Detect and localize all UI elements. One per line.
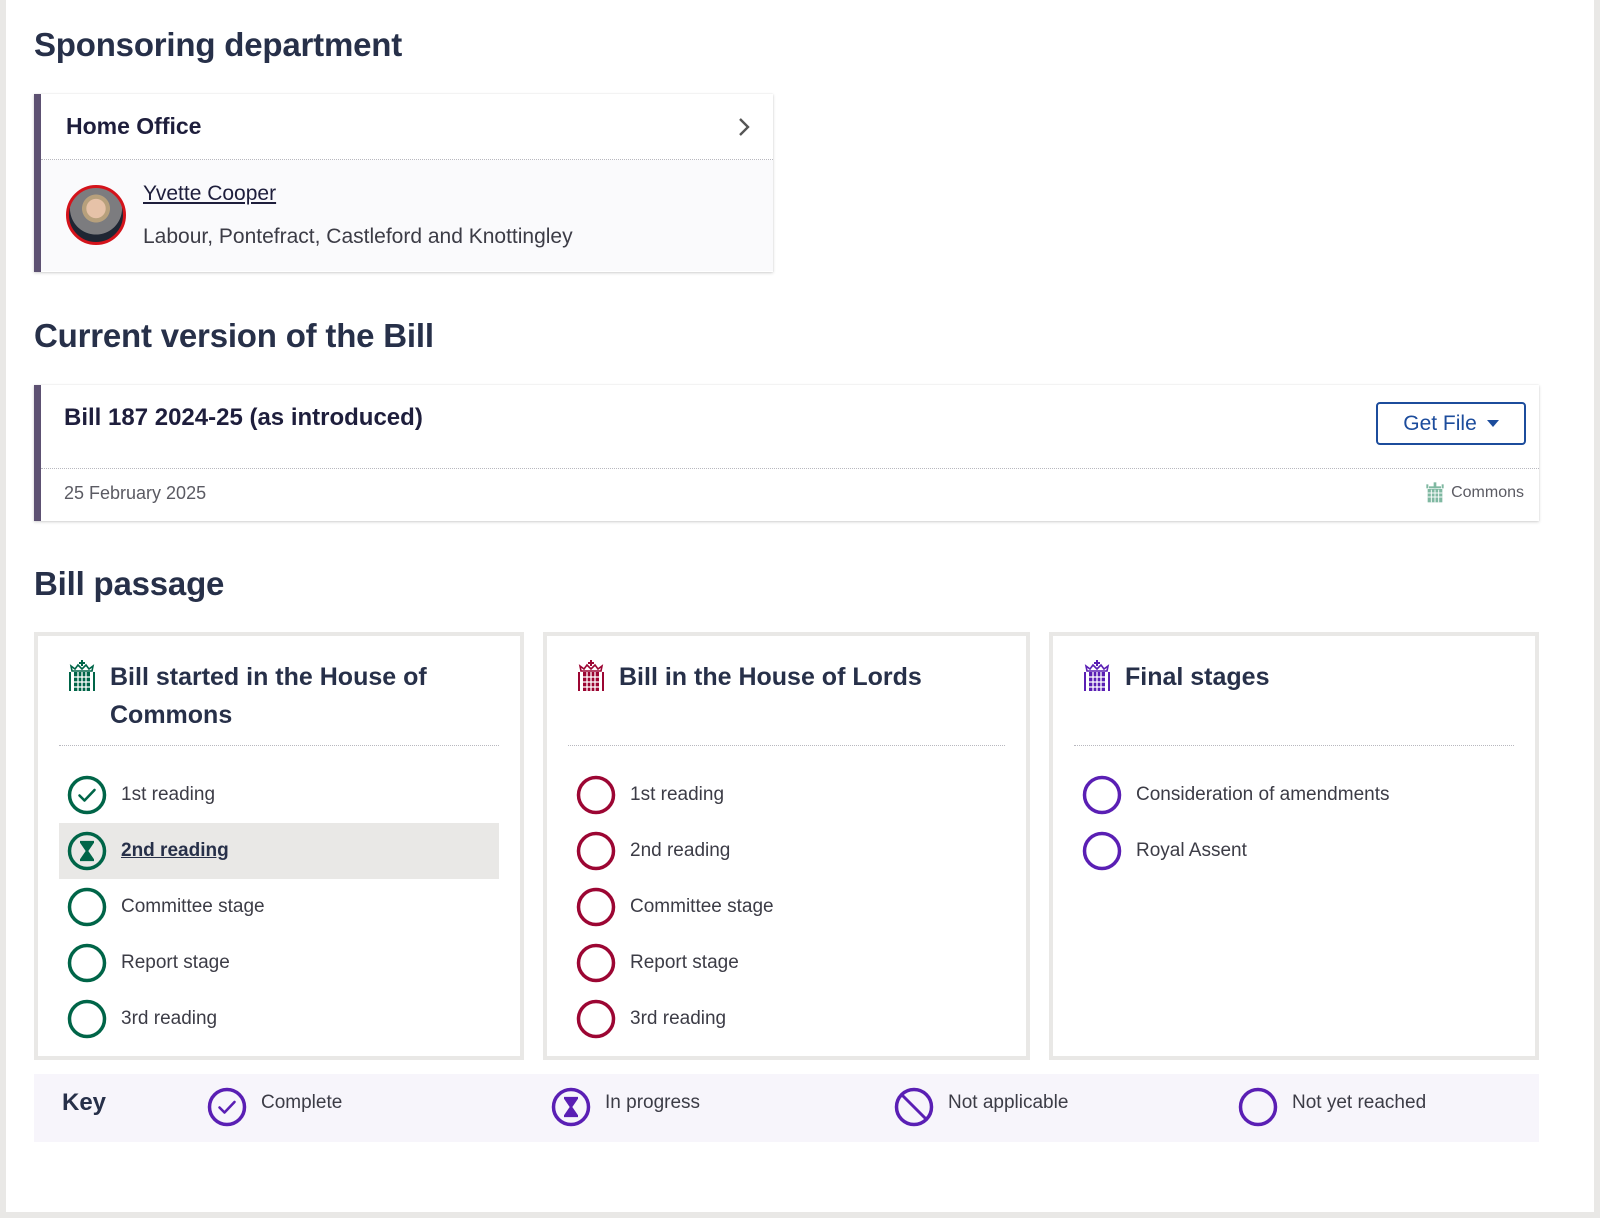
- circle-icon: [67, 887, 107, 927]
- stage-label: Committee stage: [630, 896, 774, 917]
- current-version-heading: Current version of the Bill: [34, 317, 434, 354]
- stage-label[interactable]: 2nd reading: [121, 840, 229, 862]
- panel-title: Bill in the House of Lords: [619, 663, 922, 691]
- panel-title: Bill started in the House of Commons: [110, 663, 427, 729]
- circle-icon: [576, 831, 616, 871]
- stage-list: Consideration of amendments Royal Assent: [1074, 767, 1514, 879]
- passage-panel-commons: Bill started in the House of Commons 1st…: [34, 632, 524, 1060]
- hourglass-icon: [551, 1087, 591, 1127]
- key-label: Not applicable: [948, 1092, 1069, 1113]
- stage-label: 2nd reading: [630, 840, 731, 861]
- circle-icon: [67, 943, 107, 983]
- circle-icon: [576, 887, 616, 927]
- member-name-link[interactable]: Yvette Cooper: [143, 182, 276, 206]
- check-circle-icon: [67, 775, 107, 815]
- circle-icon: [1082, 775, 1122, 815]
- caret-down-icon: [1486, 420, 1499, 427]
- stage-item: Committee stage: [568, 879, 1005, 935]
- department-card: Home Office Yvette Cooper Labour, Pontef…: [34, 94, 773, 272]
- status-key: Key Complete In progress Not applicable …: [34, 1074, 1539, 1142]
- panel-header: Bill started in the House of Commons: [59, 636, 499, 746]
- not-applicable-icon: [894, 1087, 934, 1127]
- bill-version-card: Bill 187 2024-25 (as introduced) Get Fil…: [34, 385, 1539, 521]
- circle-icon: [1082, 831, 1122, 871]
- circle-icon: [576, 775, 616, 815]
- get-file-label: Get File: [1403, 411, 1477, 435]
- stage-item: 3rd reading: [568, 991, 1005, 1047]
- circle-icon: [67, 999, 107, 1039]
- passage-panel-lords: Bill in the House of Lords 1st reading 2…: [543, 632, 1030, 1060]
- stage-item: Royal Assent: [1074, 823, 1514, 879]
- key-item-not-applicable: Not applicable: [894, 1087, 1068, 1127]
- department-name: Home Office: [66, 113, 202, 139]
- stage-list: 1st reading 2nd reading Committee stage …: [59, 767, 499, 1047]
- member-row: Yvette Cooper Labour, Pontefract, Castle…: [41, 160, 773, 271]
- panel-header: Bill in the House of Lords: [568, 636, 1005, 746]
- passage-panel-final: Final stages Consideration of amendments…: [1049, 632, 1539, 1060]
- portcullis-icon: [1426, 482, 1444, 503]
- stage-label: 1st reading: [121, 784, 216, 805]
- portcullis-icon: [1084, 660, 1110, 691]
- stage-label: Report stage: [630, 952, 739, 973]
- stage-item: 3rd reading: [59, 991, 499, 1047]
- department-link[interactable]: Home Office: [41, 94, 773, 160]
- stage-label: 3rd reading: [121, 1008, 218, 1029]
- panel-header: Final stages: [1074, 636, 1514, 746]
- key-label: Complete: [261, 1092, 343, 1113]
- stage-item: 1st reading: [568, 767, 1005, 823]
- house-tag: Commons: [1425, 482, 1524, 504]
- house-name: Commons: [1451, 484, 1524, 501]
- bill-passage-heading: Bill passage: [34, 565, 225, 602]
- circle-icon: [576, 943, 616, 983]
- stage-label: Royal Assent: [1136, 840, 1247, 861]
- stage-item: Committee stage: [59, 879, 499, 935]
- member-avatar: [66, 185, 126, 245]
- stage-label: Report stage: [121, 952, 230, 973]
- chevron-right-icon: [739, 117, 750, 136]
- portcullis-icon: [69, 660, 95, 691]
- portcullis-icon: [578, 660, 604, 691]
- key-item-not-yet-reached: Not yet reached: [1238, 1087, 1426, 1127]
- key-label: In progress: [605, 1092, 701, 1113]
- stage-label: 3rd reading: [630, 1008, 727, 1029]
- key-item-in-progress: In progress: [551, 1087, 700, 1127]
- stage-item: Report stage: [59, 935, 499, 991]
- circle-icon: [576, 999, 616, 1039]
- stage-label: 1st reading: [630, 784, 725, 805]
- check-circle-icon: [207, 1087, 247, 1127]
- bill-version-date: 25 February 2025: [64, 483, 207, 503]
- page: Sponsoring department Home Office Yvette…: [6, 0, 1594, 1212]
- panel-title: Final stages: [1125, 663, 1270, 691]
- stage-item: 1st reading: [59, 767, 499, 823]
- stage-label: Consideration of amendments: [1136, 784, 1390, 805]
- key-label: Not yet reached: [1292, 1092, 1427, 1113]
- stage-label: Committee stage: [121, 896, 265, 917]
- stage-item: 2nd reading: [568, 823, 1005, 879]
- key-title: Key: [62, 1089, 107, 1116]
- stage-item: Consideration of amendments: [1074, 767, 1514, 823]
- get-file-button[interactable]: Get File: [1376, 402, 1526, 445]
- circle-icon: [1238, 1087, 1278, 1127]
- key-item-complete: Complete: [207, 1087, 342, 1127]
- member-party-constituency: Labour, Pontefract, Castleford and Knott…: [143, 225, 573, 248]
- bill-version-title: Bill 187 2024-25 (as introduced): [64, 404, 423, 431]
- stage-list: 1st reading 2nd reading Committee stage …: [568, 767, 1005, 1047]
- stage-item[interactable]: 2nd reading: [59, 823, 499, 879]
- sponsoring-heading: Sponsoring department: [34, 26, 402, 63]
- hourglass-icon: [67, 831, 107, 871]
- stage-item: Report stage: [568, 935, 1005, 991]
